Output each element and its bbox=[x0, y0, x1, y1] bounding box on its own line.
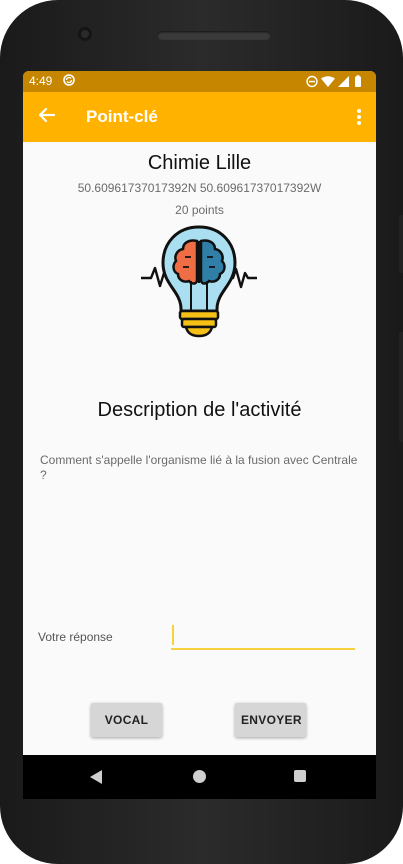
signal-icon bbox=[338, 76, 349, 87]
activity-title: Description de l'activité bbox=[97, 399, 302, 421]
status-icons bbox=[306, 75, 370, 91]
nav-home-icon[interactable] bbox=[193, 770, 206, 783]
status-bar: 4:49 bbox=[23, 71, 376, 92]
nav-recents-icon[interactable] bbox=[294, 770, 306, 782]
overflow-menu-icon[interactable] bbox=[356, 108, 362, 126]
answer-input[interactable] bbox=[171, 622, 355, 650]
dnd-icon bbox=[306, 75, 318, 88]
status-time: 4:49 bbox=[29, 74, 53, 88]
wifi-icon bbox=[321, 76, 335, 87]
page-title: Point-clé bbox=[86, 107, 158, 126]
send-button[interactable]: ENVOYER bbox=[235, 703, 306, 737]
main-content: Chimie Lille 50.60961737017392N 50.60961… bbox=[23, 142, 376, 755]
text-cursor bbox=[172, 625, 174, 645]
battery-icon bbox=[355, 75, 361, 87]
front-camera bbox=[78, 27, 92, 41]
place-name: Chimie Lille bbox=[147, 152, 252, 174]
power-button bbox=[399, 215, 403, 273]
volume-button bbox=[399, 332, 403, 442]
app-screen: 4:49 Point-clé Chimie Lille 50.609617370… bbox=[23, 71, 376, 755]
vocal-button[interactable]: VOCAL bbox=[91, 703, 162, 737]
earpiece-speaker bbox=[157, 31, 271, 40]
activity-question: Comment s'appelle l'organisme lié à la f… bbox=[40, 453, 358, 482]
back-arrow-icon[interactable] bbox=[37, 105, 57, 125]
answer-label: Votre réponse bbox=[38, 630, 113, 644]
app-bar: Point-clé bbox=[23, 92, 376, 142]
nav-back-icon[interactable] bbox=[89, 769, 103, 785]
sync-icon bbox=[63, 74, 75, 86]
lightbulb-brain-icon bbox=[141, 225, 257, 338]
system-nav-bar bbox=[23, 755, 376, 799]
phone-frame: 4:49 Point-clé Chimie Lille 50.609617370… bbox=[0, 0, 403, 864]
place-coordinates: 50.60961737017392N 50.60961737017392W bbox=[77, 181, 322, 195]
place-points: 20 points bbox=[175, 203, 224, 217]
